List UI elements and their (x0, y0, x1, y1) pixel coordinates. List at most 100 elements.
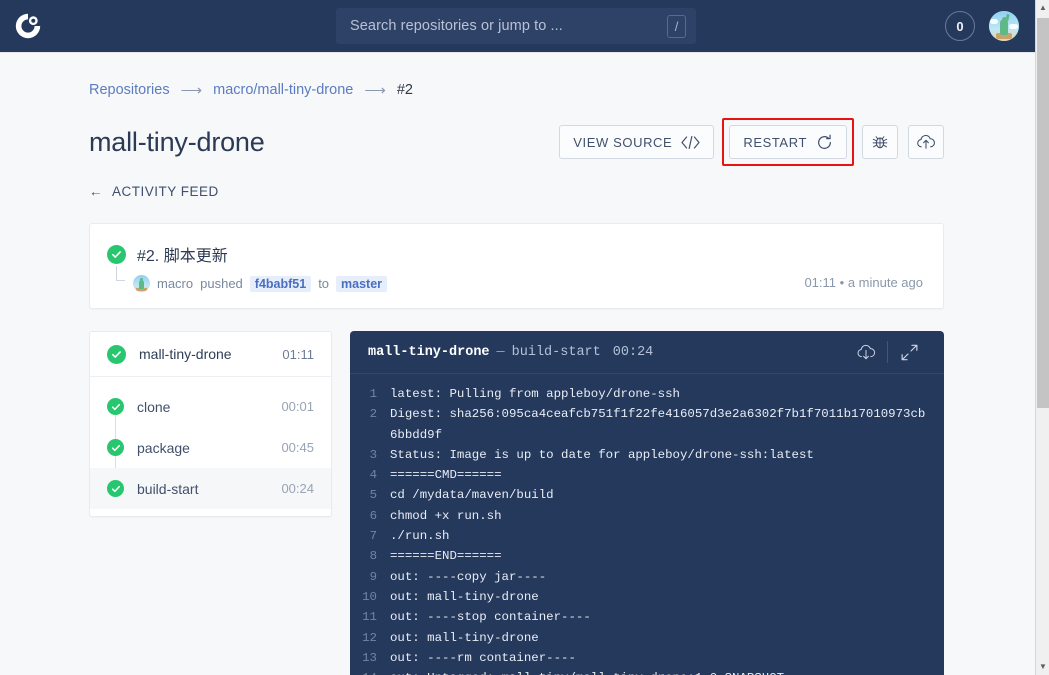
log-line-number: 13 (350, 648, 390, 668)
content-container: Repositories ⟶ macro/mall-tiny-drone ⟶ #… (89, 53, 944, 675)
back-arrow-icon: ← (89, 184, 103, 199)
log-line: 6chmod +x run.sh (350, 506, 944, 526)
breadcrumb-repo[interactable]: macro/mall-tiny-drone (213, 82, 353, 98)
restart-button[interactable]: RESTART (729, 125, 847, 159)
log-line-number: 4 (350, 465, 390, 485)
expand-logs-button[interactable] (888, 331, 930, 374)
build-title: #2. 脚本更新 (137, 242, 228, 266)
log-line-text: out: Untagged: mall-tiny/mall-tiny-drone… (390, 668, 784, 675)
commit-action: pushed (200, 276, 243, 291)
log-line-text: ======END====== (390, 546, 502, 566)
drone-ci-build-page: Search repositories or jump to ... / 0 R… (0, 0, 1049, 675)
bug-icon (871, 133, 889, 151)
log-line-number: 8 (350, 546, 390, 566)
log-duration: 00:24 (613, 345, 654, 360)
scroll-down-arrow[interactable]: ▼ (1036, 659, 1049, 675)
log-line-number: 1 (350, 384, 390, 404)
activity-feed-link[interactable]: ← ACTIVITY FEED (89, 184, 944, 199)
log-line: 2Digest: sha256:095ca4ceafcb751f1f22fe41… (350, 404, 944, 445)
commit-to-word: to (318, 276, 329, 291)
log-line-text: ./run.sh (390, 526, 450, 546)
log-line: 11out: ----stop container---- (350, 607, 944, 627)
commit-author: macro (157, 276, 193, 291)
build-summary-card[interactable]: #2. 脚本更新 macro pushed f4babf51 to master… (89, 223, 944, 309)
drone-logo-icon[interactable] (0, 0, 56, 52)
breadcrumb-repositories[interactable]: Repositories (89, 82, 170, 98)
page-header-row: mall-tiny-drone VIEW SOURCE RESTART (89, 122, 944, 162)
cloud-upload-icon (916, 134, 936, 150)
build-time-separator: • (840, 275, 845, 290)
step-label: clone (137, 399, 281, 415)
log-line: 1latest: Pulling from appleboy/drone-ssh (350, 384, 944, 404)
code-brackets-icon (681, 136, 700, 149)
author-avatar (133, 275, 150, 292)
log-line-number: 12 (350, 628, 390, 648)
avatar[interactable] (989, 11, 1019, 41)
commit-sha[interactable]: f4babf51 (250, 276, 311, 292)
sidebar-step-package[interactable]: package 00:45 (90, 427, 331, 468)
header-actions: VIEW SOURCE RESTART (559, 118, 944, 166)
log-line: 10out: mall-tiny-drone (350, 587, 944, 607)
log-line-text: chmod +x run.sh (390, 506, 502, 526)
window-scrollbar[interactable]: ▲ ▼ (1035, 0, 1049, 675)
log-line-text: out: ----copy jar---- (390, 567, 546, 587)
log-line: 12out: mall-tiny-drone (350, 628, 944, 648)
log-viewer-panel: mall-tiny-drone — build-start 00:24 (350, 331, 944, 675)
build-head: #2. 脚本更新 (107, 242, 923, 266)
search-placeholder: Search repositories or jump to ... (350, 18, 667, 34)
notification-count-badge[interactable]: 0 (945, 11, 975, 41)
step-duration: 00:01 (281, 399, 314, 414)
log-line: 5cd /mydata/maven/build (350, 485, 944, 505)
deploy-button[interactable] (908, 125, 944, 159)
build-time-value: 01:11 (804, 275, 836, 290)
log-line-text: out: mall-tiny-drone (390, 587, 539, 607)
log-pipeline-name: mall-tiny-drone (368, 345, 490, 360)
build-detail-split: mall-tiny-drone 01:11 clone 00:01 (89, 331, 944, 675)
step-status-success-icon (107, 480, 124, 497)
search-shortcut-key: / (667, 15, 686, 38)
cloud-download-icon (856, 344, 876, 361)
view-source-label: VIEW SOURCE (573, 135, 672, 150)
scrollbar-thumb[interactable] (1037, 18, 1049, 408)
log-line: 13out: ----rm container---- (350, 648, 944, 668)
commit-branch[interactable]: master (336, 276, 387, 292)
build-timestamp: 01:11 • a minute ago (804, 275, 923, 290)
pipeline-name-row[interactable]: mall-tiny-drone 01:11 (90, 332, 331, 377)
log-output[interactable]: 1latest: Pulling from appleboy/drone-ssh… (350, 374, 944, 675)
restart-icon (816, 134, 833, 151)
log-line: 3Status: Image is up to date for applebo… (350, 445, 944, 465)
build-relative-time: a minute ago (848, 275, 923, 290)
page-title: mall-tiny-drone (89, 127, 265, 158)
view-source-button[interactable]: VIEW SOURCE (559, 125, 714, 159)
scroll-up-arrow[interactable]: ▲ (1036, 0, 1049, 16)
sidebar-step-clone[interactable]: clone 00:01 (90, 386, 331, 427)
log-line-text: cd /mydata/maven/build (390, 485, 554, 505)
log-line-number: 5 (350, 485, 390, 505)
breadcrumb-build-number: #2 (397, 82, 413, 98)
breadcrumb-separator-1: ⟶ (181, 81, 203, 99)
pipeline-duration: 01:11 (282, 347, 314, 362)
log-line-text: out: ----stop container---- (390, 607, 591, 627)
download-logs-button[interactable] (845, 331, 887, 374)
step-duration: 00:45 (281, 440, 314, 455)
log-line: 4======CMD====== (350, 465, 944, 485)
search-input[interactable]: Search repositories or jump to ... / (336, 8, 696, 44)
log-line: 8======END====== (350, 546, 944, 566)
nav-right-cluster: 0 (945, 0, 1019, 52)
log-line: 7./run.sh (350, 526, 944, 546)
step-status-success-icon (107, 398, 124, 415)
step-label: build-start (137, 481, 281, 497)
expand-arrows-icon (901, 344, 918, 361)
log-header-dash: — (497, 345, 505, 360)
debug-button[interactable] (862, 125, 898, 159)
log-line-number: 10 (350, 587, 390, 607)
log-line-text: latest: Pulling from appleboy/drone-ssh (390, 384, 680, 404)
step-duration: 00:24 (281, 481, 314, 496)
restart-label: RESTART (743, 135, 807, 150)
sidebar-step-build-start[interactable]: build-start 00:24 (90, 468, 331, 509)
log-line-number: 14 (350, 668, 390, 675)
restart-button-highlight: RESTART (722, 118, 854, 166)
log-line-number: 7 (350, 526, 390, 546)
log-line-number: 6 (350, 506, 390, 526)
log-line-text: ======CMD====== (390, 465, 502, 485)
